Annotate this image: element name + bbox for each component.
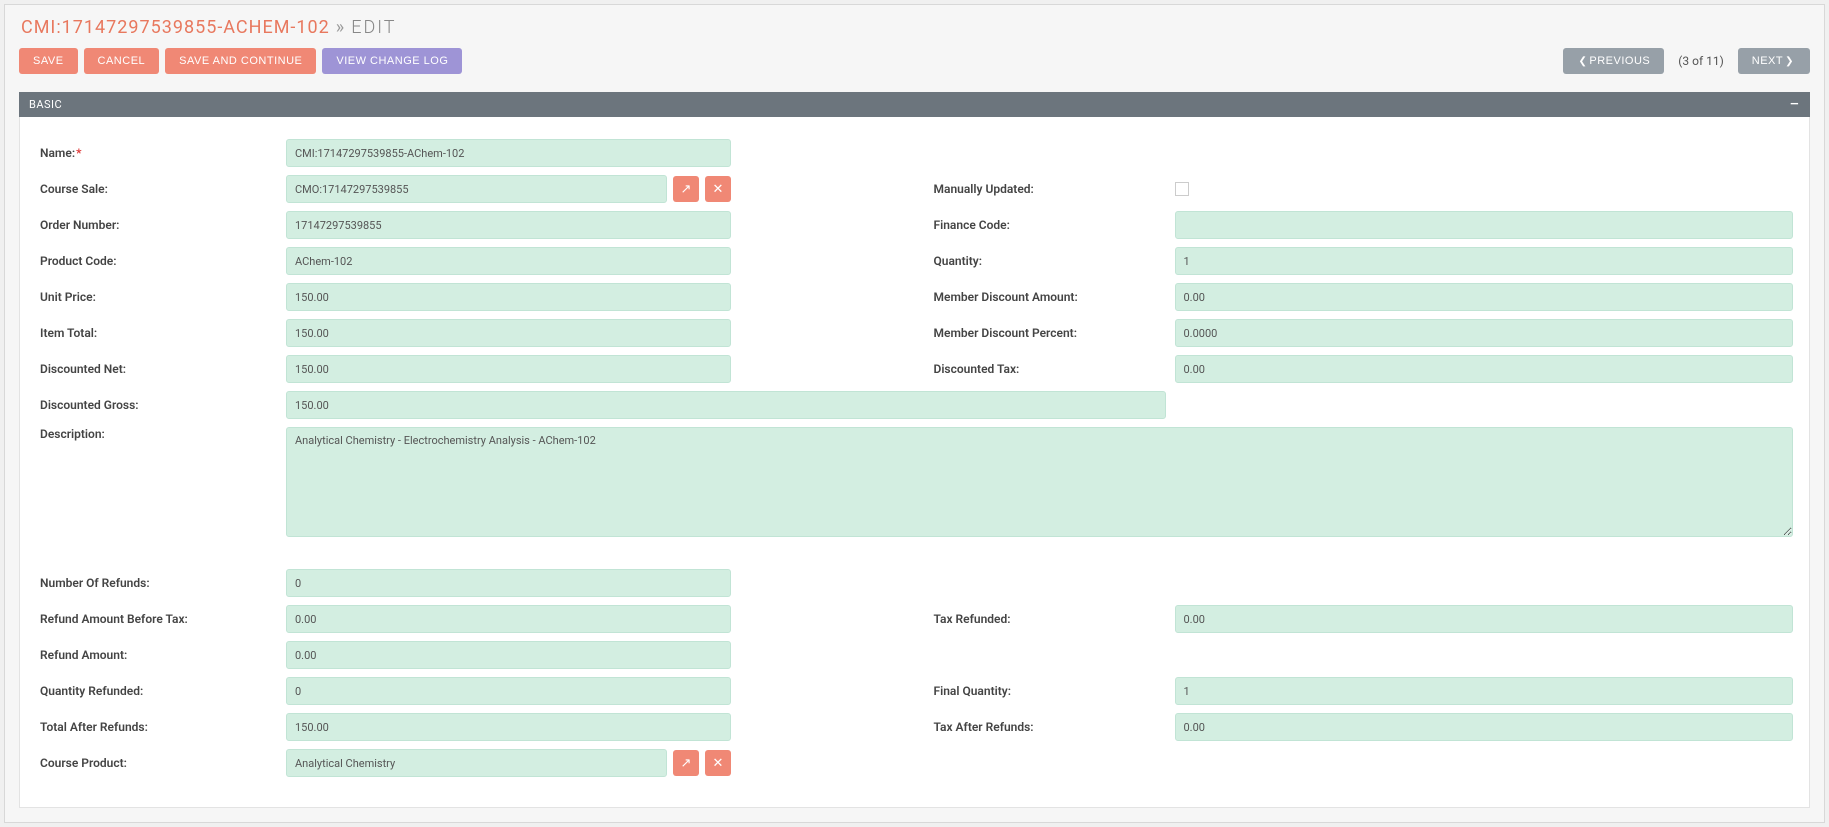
- label-description: Description:: [36, 427, 276, 441]
- label-discounted-gross: Discounted Gross:: [36, 398, 276, 412]
- chevron-left-icon: ❮: [1579, 56, 1588, 67]
- label-refund-amount: Refund Amount:: [36, 648, 276, 662]
- refund-amount-field[interactable]: [286, 641, 731, 669]
- label-order-number: Order Number:: [36, 218, 276, 232]
- close-icon: ✕: [713, 181, 724, 197]
- course-product-clear-button[interactable]: ✕: [705, 750, 731, 776]
- toolbar: SAVE CANCEL SAVE AND CONTINUE VIEW CHANG…: [19, 48, 1810, 74]
- next-button[interactable]: NEXT❯: [1738, 48, 1810, 74]
- arrow-icon: ↗: [681, 755, 692, 771]
- member-discount-percent-field[interactable]: [1175, 319, 1794, 347]
- close-icon: ✕: [713, 755, 724, 771]
- course-product-lookup-button[interactable]: ↗: [673, 750, 699, 776]
- collapse-icon[interactable]: −: [1789, 100, 1800, 110]
- order-number-field[interactable]: [286, 211, 731, 239]
- label-tax-after-refunds: Tax After Refunds:: [930, 720, 1165, 734]
- member-discount-amount-field[interactable]: [1175, 283, 1794, 311]
- label-manually-updated: Manually Updated:: [930, 182, 1165, 196]
- chevron-right-icon: ❯: [1785, 56, 1794, 67]
- view-change-log-button[interactable]: VIEW CHANGE LOG: [322, 48, 462, 74]
- final-quantity-field[interactable]: [1175, 677, 1794, 705]
- tax-after-refunds-field[interactable]: [1175, 713, 1794, 741]
- label-quantity-refunded: Quantity Refunded:: [36, 684, 276, 698]
- quantity-refunded-field[interactable]: [286, 677, 731, 705]
- discounted-gross-field[interactable]: [286, 391, 1166, 419]
- tax-refunded-field[interactable]: [1175, 605, 1794, 633]
- label-refund-amount-before-tax: Refund Amount Before Tax:: [36, 612, 276, 626]
- label-course-product: Course Product:: [36, 756, 276, 770]
- label-item-total: Item Total:: [36, 326, 276, 340]
- page-title-row: CMI:17147297539855-ACHEM-102 » EDIT: [21, 17, 1810, 38]
- course-sale-clear-button[interactable]: ✕: [705, 176, 731, 202]
- label-product-code: Product Code:: [36, 254, 276, 268]
- pager-label: (3 of 11): [1670, 54, 1732, 68]
- discounted-tax-field[interactable]: [1175, 355, 1794, 383]
- finance-code-field[interactable]: [1175, 211, 1794, 239]
- section-body-basic: Name:* Course Sale: ↗ ✕ Manually Updated…: [19, 117, 1810, 808]
- page-subtitle: EDIT: [351, 17, 396, 38]
- label-member-discount-percent: Member Discount Percent:: [930, 326, 1165, 340]
- manually-updated-checkbox[interactable]: [1175, 182, 1189, 196]
- label-tax-refunded: Tax Refunded:: [930, 612, 1165, 626]
- label-discounted-net: Discounted Net:: [36, 362, 276, 376]
- quantity-field[interactable]: [1175, 247, 1794, 275]
- save-and-continue-button[interactable]: SAVE AND CONTINUE: [165, 48, 316, 74]
- name-field[interactable]: [286, 139, 731, 167]
- discounted-net-field[interactable]: [286, 355, 731, 383]
- label-finance-code: Finance Code:: [930, 218, 1165, 232]
- label-unit-price: Unit Price:: [36, 290, 276, 304]
- course-sale-lookup-button[interactable]: ↗: [673, 176, 699, 202]
- arrow-icon: ↗: [681, 181, 692, 197]
- item-total-field[interactable]: [286, 319, 731, 347]
- label-final-quantity: Final Quantity:: [930, 684, 1165, 698]
- number-of-refunds-field[interactable]: [286, 569, 731, 597]
- previous-button[interactable]: ❮PREVIOUS: [1563, 48, 1665, 74]
- section-title: BASIC: [29, 98, 62, 111]
- section-header-basic[interactable]: BASIC −: [19, 92, 1810, 117]
- label-member-discount-amount: Member Discount Amount:: [930, 290, 1165, 304]
- label-number-of-refunds: Number Of Refunds:: [36, 576, 276, 590]
- refund-amount-before-tax-field[interactable]: [286, 605, 731, 633]
- label-discounted-tax: Discounted Tax:: [930, 362, 1165, 376]
- description-field[interactable]: [286, 427, 1793, 537]
- cancel-button[interactable]: CANCEL: [84, 48, 160, 74]
- course-product-field[interactable]: [286, 749, 667, 777]
- page-title: CMI:17147297539855-ACHEM-102: [21, 17, 330, 38]
- course-sale-field[interactable]: [286, 175, 667, 203]
- label-total-after-refunds: Total After Refunds:: [36, 720, 276, 734]
- label-quantity: Quantity:: [930, 254, 1165, 268]
- label-name: Name:*: [36, 146, 276, 160]
- unit-price-field[interactable]: [286, 283, 731, 311]
- label-course-sale: Course Sale:: [36, 182, 276, 196]
- product-code-field[interactable]: [286, 247, 731, 275]
- total-after-refunds-field[interactable]: [286, 713, 731, 741]
- breadcrumb-separator: »: [336, 17, 345, 38]
- save-button[interactable]: SAVE: [19, 48, 78, 74]
